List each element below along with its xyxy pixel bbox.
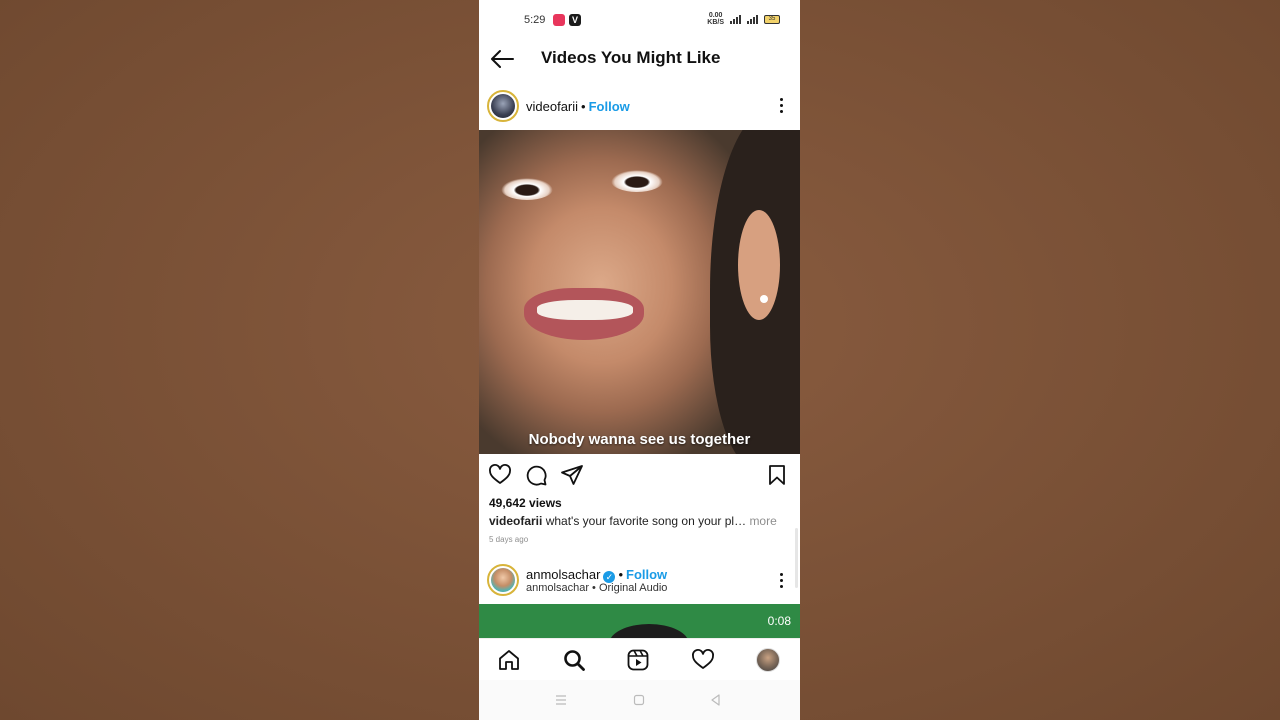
avatar[interactable] [487, 90, 519, 122]
separator-2: • [618, 567, 623, 582]
net-speed-unit: KB/S [707, 19, 724, 26]
action-row [479, 460, 800, 492]
username-link-2[interactable]: anmolsachar [526, 567, 600, 582]
search-icon[interactable] [562, 648, 586, 672]
arrow-left-icon[interactable] [489, 48, 515, 70]
post-header-2: anmolsachar ✓ • Follow anmolsachar • Origin… [479, 562, 800, 604]
description-username[interactable]: videofarii [489, 514, 542, 528]
status-right-group: 0.00 KB/S 35 [707, 12, 780, 26]
more-link[interactable]: more [749, 514, 776, 528]
phone-screen: 5:29 V 0.00 KB/S 35 Videos You Might Lik… [479, 0, 800, 720]
video-content-eye-right [611, 170, 663, 192]
separator: • [581, 99, 586, 114]
post-user: videofarii • Follow [526, 99, 630, 114]
status-bar: 5:29 V 0.00 KB/S 35 [479, 0, 800, 40]
net-speed-value: 0.00 [708, 12, 723, 19]
home-square-icon[interactable] [631, 692, 647, 708]
reels-icon[interactable] [626, 648, 650, 672]
description-text: what's your favorite song on your pl… [545, 514, 747, 528]
menu-icon[interactable] [553, 692, 569, 708]
video-content-2 [609, 624, 689, 638]
signal-icon-2 [747, 14, 758, 24]
send-icon[interactable] [560, 463, 584, 487]
heart-icon[interactable] [488, 463, 512, 487]
system-nav-bar [479, 680, 800, 720]
video-content-ear [738, 210, 780, 320]
bottom-nav [479, 638, 800, 680]
home-icon[interactable] [497, 648, 521, 672]
back-triangle-icon[interactable] [708, 692, 724, 708]
post-user-2: anmolsachar ✓ • Follow [526, 567, 667, 583]
profile-avatar[interactable] [756, 648, 780, 672]
view-count: 49,642 views [489, 496, 562, 510]
follow-button[interactable]: Follow [589, 99, 630, 114]
top-header: Videos You Might Like [479, 40, 800, 80]
bookmark-icon[interactable] [765, 463, 789, 487]
video-content-eye-left [501, 178, 553, 200]
post-header: videofarii • Follow [479, 88, 800, 128]
username-link[interactable]: videofarii [526, 99, 578, 114]
net-speed: 0.00 KB/S [707, 12, 724, 26]
notification-vpn-icon: V [569, 14, 581, 26]
video-duration: 0:08 [767, 614, 791, 628]
page-title: Videos You Might Like [541, 48, 721, 67]
activity-heart-icon[interactable] [691, 648, 715, 672]
more-options-icon[interactable] [780, 98, 784, 114]
video-player-2[interactable]: 0:08 [479, 604, 800, 638]
battery-icon: 35 [764, 14, 780, 24]
video-content-earring [760, 295, 768, 303]
video-player[interactable]: Nobody wanna see us together [479, 130, 800, 454]
audio-subtitle[interactable]: anmolsachar • Original Audio [526, 582, 667, 594]
signal-icon [730, 14, 741, 24]
post-description: videofarii what's your favorite song on … [489, 514, 789, 528]
status-time: 5:29 [524, 14, 546, 26]
post-timestamp: 5 days ago [489, 535, 529, 544]
video-caption: Nobody wanna see us together [528, 431, 751, 448]
follow-button-2[interactable]: Follow [626, 567, 667, 582]
video-content-teeth [537, 300, 633, 320]
more-options-icon-2[interactable] [780, 573, 784, 589]
notification-app-icon [553, 14, 565, 26]
comment-icon[interactable] [524, 463, 548, 487]
avatar-2[interactable] [487, 564, 519, 596]
